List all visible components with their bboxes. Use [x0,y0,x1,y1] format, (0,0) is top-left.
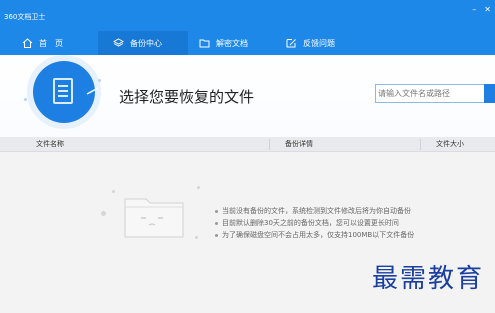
search-button[interactable] [484,84,495,103]
nav-item-home[interactable]: 首 页 [22,31,63,55]
folder-icon [199,39,210,48]
empty-message: 目前默认删除30天之前的备份文档，您可以设置更长时间 [215,219,399,228]
decor-dot [197,186,200,189]
decor-dot [195,236,198,239]
column-divider[interactable] [420,139,421,150]
nav-item-decrypt[interactable]: 解密文档 [199,31,248,55]
nav-bar: 首 页 备份中心 解密文档 反馈问题 [0,31,495,55]
page-title: 选择您要恢复的文件 [119,88,255,106]
decor-dot [98,79,101,82]
search-input[interactable] [376,85,484,102]
nav-item-label: 备份中心 [130,38,162,48]
column-divider[interactable] [269,139,270,150]
nav-item-label: 首 页 [39,38,63,48]
decor-dot [112,190,115,193]
empty-message-text: 目前默认删除30天之前的备份文档，您可以设置更长时间 [222,219,399,227]
close-icon[interactable]: ✕ [484,6,491,14]
bullet-icon [215,209,218,213]
document-icon [53,78,73,104]
title-bar [0,0,495,31]
empty-folder-icon [124,198,184,238]
bullet-icon [215,221,218,225]
nav-item-backup-center[interactable]: 备份中心 [98,31,188,55]
layers-icon [113,38,124,47]
app-title: 360文档卫士 [4,13,46,21]
watermark-logo: 最需教育 [372,264,485,294]
minimize-icon[interactable]: – [472,6,476,14]
window-controls: – ✕ [472,6,491,14]
bullet-icon [215,233,218,237]
column-header-backup-details[interactable]: 备份详情 [285,140,313,149]
column-header-filename[interactable]: 文件名称 [36,140,64,149]
decor-dot [101,211,106,216]
empty-message-text: 为了确保磁盘空间不会占用太多，仅支持100MB以下文件备份 [222,231,415,239]
nav-item-label: 解密文档 [216,38,248,48]
decor-dot [24,98,27,101]
nav-item-feedback[interactable]: 反馈问题 [286,31,335,55]
edit-icon [286,39,296,48]
empty-message-text: 当前没有备份的文件，系统检测到文件修改后将为你自动备份 [222,207,411,215]
empty-message: 为了确保磁盘空间不会占用太多，仅支持100MB以下文件备份 [215,231,414,240]
column-header-filesize[interactable]: 文件大小 [436,140,464,149]
empty-message: 当前没有备份的文件，系统检测到文件修改后将为你自动备份 [215,207,411,216]
arrow-icon [86,87,99,95]
nav-item-label: 反馈问题 [303,38,335,48]
home-icon [22,38,33,48]
